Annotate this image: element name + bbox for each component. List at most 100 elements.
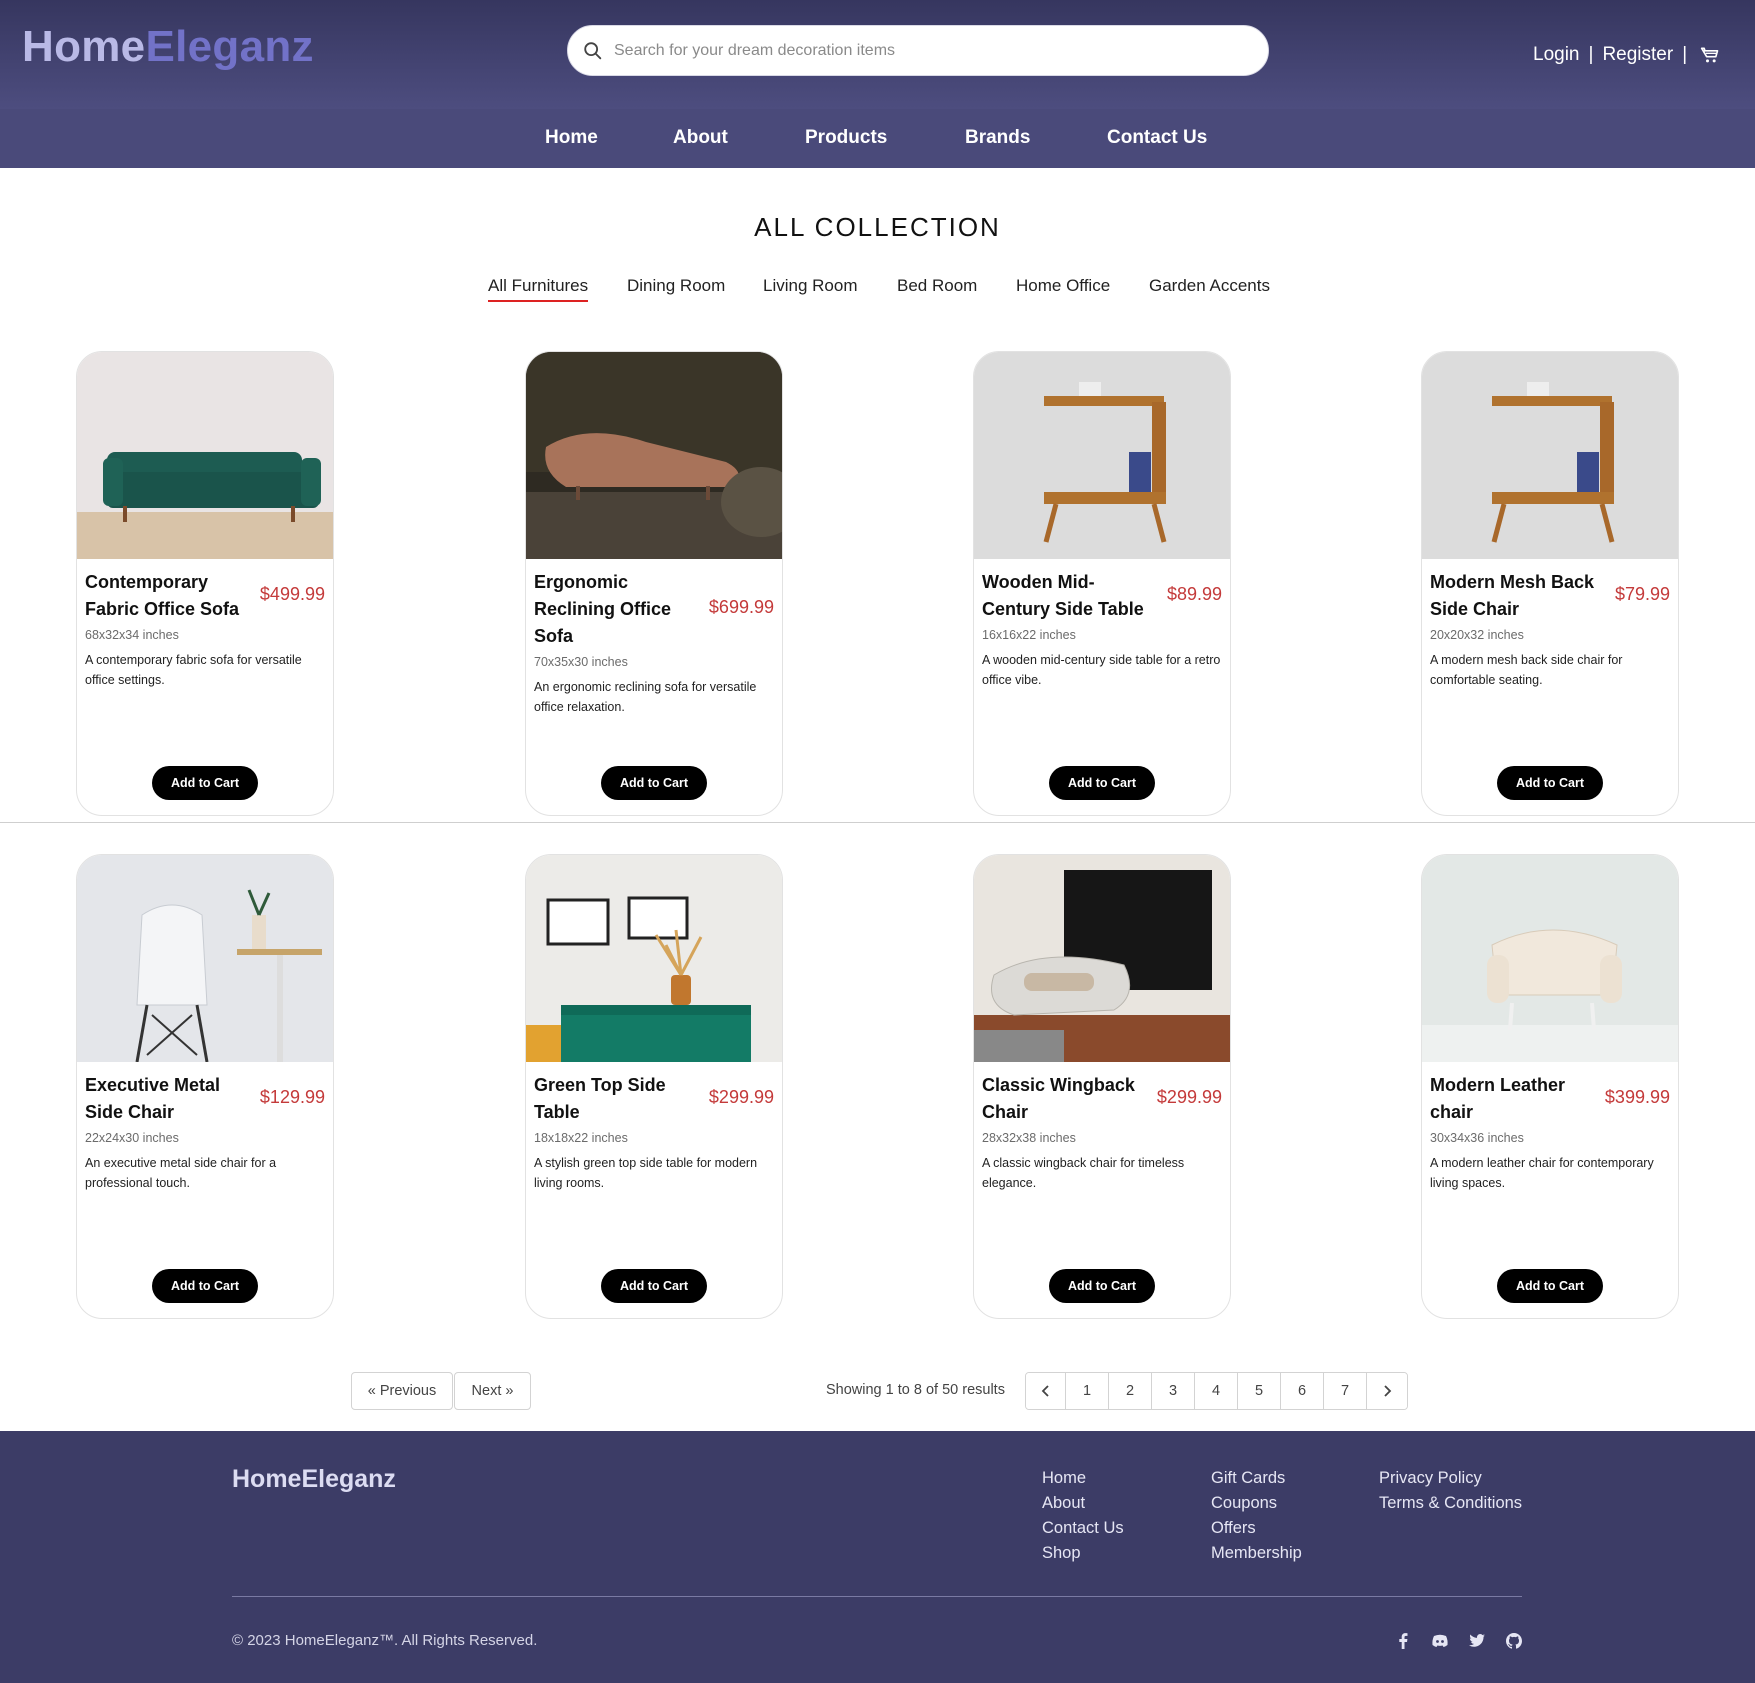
page-title: ALL COLLECTION (754, 212, 1001, 242)
product-name: Classic Wingback Chair (982, 1075, 1135, 1122)
page-selector: 1 2 3 4 5 6 7 (1025, 1372, 1408, 1410)
tab-all-furnitures[interactable]: All Furnitures (488, 276, 589, 302)
nav-brands[interactable]: Brands (965, 127, 1030, 149)
copyright: © 2023 HomeEleganz™. All Rights Reserved… (232, 1632, 538, 1649)
footer-col-offers: Gift Cards Coupons Offers Membership (1211, 1466, 1302, 1566)
product-image-green-table (526, 855, 782, 1062)
product-image-leather-chair (1422, 855, 1678, 1062)
add-to-cart-button[interactable]: Add to Cart (1497, 1269, 1603, 1303)
tab-bed-room[interactable]: Bed Room (897, 276, 977, 296)
product-name: Ergonomic Reclining Office Sofa (534, 572, 672, 646)
product-image-side-table (974, 352, 1230, 559)
add-to-cart-button[interactable]: Add to Cart (1049, 766, 1155, 800)
product-card[interactable]: Modern Mesh Back Side Chair $79.99 20x20… (1421, 351, 1679, 816)
page-7[interactable]: 7 (1324, 1373, 1367, 1409)
footer-link-about[interactable]: About (1042, 1491, 1124, 1516)
page-3[interactable]: 3 (1152, 1373, 1195, 1409)
product-card[interactable]: Wooden Mid-Century Side Table $89.99 16x… (973, 351, 1231, 816)
product-card[interactable]: Ergonomic Reclining Office Sofa $699.99 … (525, 351, 783, 816)
tab-living-room[interactable]: Living Room (763, 276, 858, 296)
add-to-cart-button[interactable]: Add to Cart (152, 766, 258, 800)
results-summary: Showing 1 to 8 of 50 results (826, 1382, 1005, 1398)
register-link[interactable]: Register (1602, 44, 1673, 66)
footer-link-coupons[interactable]: Coupons (1211, 1491, 1302, 1516)
add-to-cart-button[interactable]: Add to Cart (152, 1269, 258, 1303)
footer-link-privacy-policy[interactable]: Privacy Policy (1379, 1466, 1522, 1491)
twitter-icon[interactable] (1467, 1631, 1487, 1651)
product-description: A modern leather chair for contemporary … (1430, 1156, 1654, 1190)
nav-home[interactable]: Home (545, 127, 598, 149)
footer-link-membership[interactable]: Membership (1211, 1541, 1302, 1566)
tab-garden-accents[interactable]: Garden Accents (1149, 276, 1270, 296)
search-icon[interactable] (582, 40, 604, 62)
page-2[interactable]: 2 (1109, 1373, 1152, 1409)
product-name: Executive Metal Side Chair (85, 1075, 221, 1122)
main-nav: Home About Products Brands Contact Us (0, 109, 1755, 168)
footer-divider (232, 1596, 1522, 1597)
search-bar (567, 25, 1269, 76)
page-4[interactable]: 4 (1195, 1373, 1238, 1409)
nav-contact-us[interactable]: Contact Us (1107, 127, 1207, 149)
header-bar: HomeEleganz Login | Register | (0, 0, 1755, 109)
footer-link-home[interactable]: Home (1042, 1466, 1124, 1491)
footer-link-shop[interactable]: Shop (1042, 1541, 1124, 1566)
product-image-sofa (77, 352, 333, 559)
page-next[interactable] (1367, 1373, 1407, 1409)
page-6[interactable]: 6 (1281, 1373, 1324, 1409)
cart-icon[interactable] (1700, 45, 1720, 65)
page-prev[interactable] (1026, 1373, 1066, 1409)
footer-link-gift-cards[interactable]: Gift Cards (1211, 1466, 1302, 1491)
product-dimensions: 28x32x38 inches (982, 1131, 1076, 1145)
product-description: A wooden mid-century side table for a re… (982, 653, 1221, 687)
add-to-cart-button[interactable]: Add to Cart (601, 766, 707, 800)
footer-link-terms[interactable]: Terms & Conditions (1379, 1491, 1522, 1516)
product-dimensions: 68x32x34 inches (85, 628, 179, 642)
github-icon[interactable] (1504, 1631, 1524, 1651)
product-price: $299.99 (708, 1087, 774, 1107)
footer-link-contact-us[interactable]: Contact Us (1042, 1516, 1124, 1541)
chevron-left-icon (1041, 1385, 1049, 1397)
login-link[interactable]: Login (1533, 44, 1580, 66)
product-image-side-chair (1422, 352, 1678, 559)
footer-col-legal: Privacy Policy Terms & Conditions (1379, 1466, 1522, 1516)
product-card[interactable]: Modern Leather chair $399.99 30x34x36 in… (1421, 854, 1679, 1319)
page-1[interactable]: 1 (1066, 1373, 1109, 1409)
product-card[interactable]: Contemporary Fabric Office Sofa $499.99 … (76, 351, 334, 816)
facebook-icon[interactable] (1393, 1631, 1413, 1651)
page-5[interactable]: 5 (1238, 1373, 1281, 1409)
product-description: An executive metal side chair for a prof… (85, 1156, 277, 1190)
product-dimensions: 20x20x32 inches (1430, 628, 1524, 642)
product-dimensions: 30x34x36 inches (1430, 1131, 1524, 1145)
separator: | (1682, 44, 1688, 65)
product-description: A stylish green top side table for moder… (534, 1156, 758, 1190)
product-name: Wooden Mid-Century Side Table (982, 572, 1144, 619)
nav-about[interactable]: About (673, 127, 728, 149)
product-card[interactable]: Classic Wingback Chair $299.99 28x32x38 … (973, 854, 1231, 1319)
product-description: A classic wingback chair for timeless el… (982, 1156, 1185, 1190)
footer-link-offers[interactable]: Offers (1211, 1516, 1302, 1541)
product-dimensions: 18x18x22 inches (534, 1131, 628, 1145)
add-to-cart-button[interactable]: Add to Cart (1497, 766, 1603, 800)
product-image-reclining-sofa (526, 352, 782, 559)
add-to-cart-button[interactable]: Add to Cart (601, 1269, 707, 1303)
nav-products[interactable]: Products (805, 127, 887, 149)
footer-brand[interactable]: HomeEleganz (232, 1465, 396, 1494)
add-to-cart-button[interactable]: Add to Cart (1049, 1269, 1155, 1303)
site-logo[interactable]: HomeEleganz (22, 22, 314, 72)
account-links: Login | Register | (1533, 44, 1720, 66)
previous-button[interactable]: « Previous (351, 1372, 453, 1410)
product-card[interactable]: Executive Metal Side Chair $129.99 22x24… (76, 854, 334, 1319)
chevron-right-icon (1384, 1385, 1392, 1397)
product-price: $89.99 (1166, 584, 1222, 604)
product-card[interactable]: Green Top Side Table $299.99 18x18x22 in… (525, 854, 783, 1319)
product-name: Contemporary Fabric Office Sofa (85, 572, 240, 619)
tab-dining-room[interactable]: Dining Room (627, 276, 725, 296)
product-image-metal-chair (77, 855, 333, 1062)
discord-icon[interactable] (1430, 1631, 1450, 1651)
search-input[interactable] (610, 26, 1250, 75)
tab-home-office[interactable]: Home Office (1016, 276, 1110, 296)
product-price: $399.99 (1604, 1087, 1670, 1107)
next-button[interactable]: Next » (454, 1372, 531, 1410)
logo-part-home: Home (22, 22, 146, 71)
product-description: An ergonomic reclining sofa for versatil… (534, 680, 757, 714)
